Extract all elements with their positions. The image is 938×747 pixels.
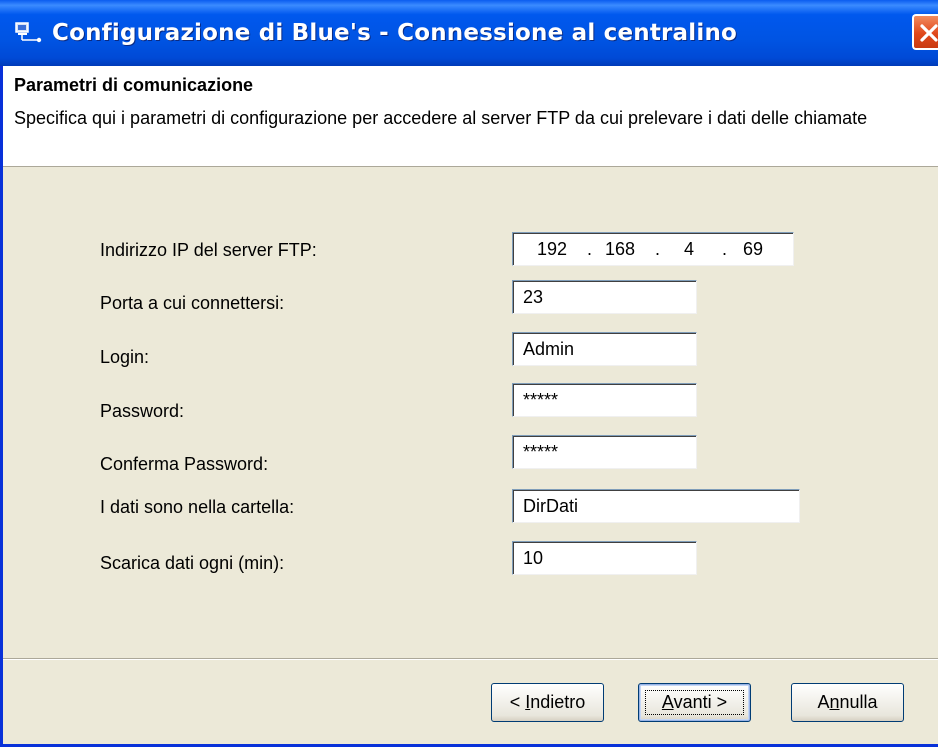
page-description: Specifica qui i parametri di configurazi… [14, 108, 868, 128]
password-label: Password: [100, 401, 185, 421]
computer-network-icon [15, 22, 42, 43]
cancel-prefix: A [817, 692, 830, 712]
folder-label: I dati sono nella cartella: [100, 497, 295, 517]
wizard-header: Parametri di comunicazione Specifica qui… [3, 66, 938, 167]
window-title: Configurazione di Blue's - Connessione a… [52, 20, 738, 46]
ip-label: Indirizzo IP del server FTP: [100, 240, 317, 260]
confirm-password-field[interactable]: ***** [512, 435, 697, 469]
interval-field[interactable]: 10 [512, 541, 697, 575]
page-title: Parametri di comunicazione [14, 75, 254, 95]
confirm-password-label: Conferma Password: [100, 454, 269, 474]
back-button[interactable]: < Indietro [491, 683, 604, 722]
ip-dot-1: . [587, 239, 593, 259]
title-bar[interactable]: Configurazione di Blue's - Connessione a… [0, 0, 938, 66]
port-label: Porta a cui connettersi: [100, 293, 285, 313]
footer-separator [3, 658, 938, 660]
next-accel: A [661, 692, 674, 712]
next-button[interactable]: Avanti > [638, 683, 751, 722]
ip-octet-4[interactable]: 69 [743, 239, 763, 260]
ip-octet-2[interactable]: 168 [605, 239, 635, 260]
ip-dot-2: . [655, 239, 661, 259]
cancel-button[interactable]: Annulla [791, 683, 904, 722]
login-field[interactable]: Admin [512, 332, 697, 366]
close-button[interactable] [912, 14, 938, 50]
folder-field[interactable]: DirDati [512, 489, 800, 523]
close-icon [920, 24, 938, 42]
cancel-accel: n [829, 692, 840, 712]
password-field[interactable]: ***** [512, 383, 697, 417]
back-rest: ndietro [530, 692, 586, 712]
cancel-rest: nulla [839, 692, 878, 712]
next-rest: vanti > [673, 692, 728, 712]
interval-label: Scarica dati ogni (min): [100, 553, 285, 573]
back-prefix: < [509, 692, 526, 712]
ip-dot-3: . [722, 239, 728, 259]
login-label: Login: [100, 347, 150, 367]
ip-octet-1[interactable]: 192 [537, 239, 567, 260]
wizard-window: Configurazione di Blue's - Connessione a… [0, 0, 938, 747]
ip-address-field[interactable]: 192 . 168 . 4 . 69 [512, 232, 794, 266]
port-field[interactable]: 23 [512, 280, 697, 314]
ip-octet-3[interactable]: 4 [684, 239, 694, 260]
